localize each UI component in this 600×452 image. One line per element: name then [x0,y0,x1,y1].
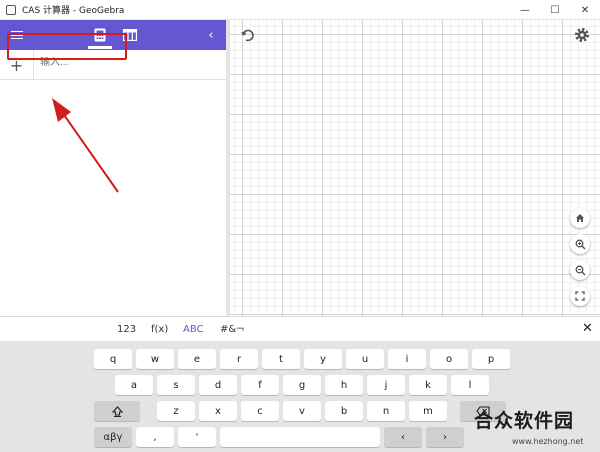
key-i[interactable]: i [388,349,426,369]
key-q[interactable]: q [94,349,132,369]
key-y[interactable]: y [304,349,342,369]
keyboard-tab-symbols[interactable]: #&¬ [220,324,245,335]
key-n[interactable]: n [367,401,405,421]
watermark-url: www.hezhong.net [512,437,584,446]
key-b[interactable]: b [325,401,363,421]
keyboard-tab-123[interactable]: 123 [117,324,136,335]
right-arrow-key[interactable]: › [426,427,464,447]
key-e[interactable]: e [178,349,216,369]
key-j[interactable]: j [367,375,405,395]
key-r[interactable]: r [220,349,258,369]
key-h[interactable]: h [325,375,363,395]
key-u[interactable]: u [346,349,384,369]
key-l[interactable]: l [451,375,489,395]
comma-key[interactable]: , [136,427,174,447]
keyboard-tab-bar: 123 f(x) ABC #&¬ ✕ [0,317,600,341]
key-v[interactable]: v [283,401,321,421]
watermark: 合众软件园 www.hezhong.net [468,404,600,452]
key-a[interactable]: a [115,375,153,395]
key-m[interactable]: m [409,401,447,421]
space-key[interactable] [220,427,380,447]
left-arrow-key[interactable]: ‹ [384,427,422,447]
shift-key[interactable] [94,401,140,421]
watermark-text: 合众软件园 [474,410,575,432]
key-o[interactable]: o [430,349,468,369]
key-g[interactable]: g [283,375,321,395]
keyboard-close-icon[interactable]: ✕ [582,321,593,336]
key-k[interactable]: k [409,375,447,395]
key-x[interactable]: x [199,401,237,421]
quote-key[interactable]: ' [178,427,216,447]
key-z[interactable]: z [157,401,195,421]
keyboard-tab-abc[interactable]: ABC [183,324,204,335]
key-f[interactable]: f [241,375,279,395]
key-w[interactable]: w [136,349,174,369]
key-p[interactable]: p [472,349,510,369]
key-d[interactable]: d [199,375,237,395]
key-t[interactable]: t [262,349,300,369]
greek-key[interactable]: αβγ [94,427,132,447]
keyboard-tab-functions[interactable]: f(x) [151,324,168,335]
key-s[interactable]: s [157,375,195,395]
key-c[interactable]: c [241,401,279,421]
